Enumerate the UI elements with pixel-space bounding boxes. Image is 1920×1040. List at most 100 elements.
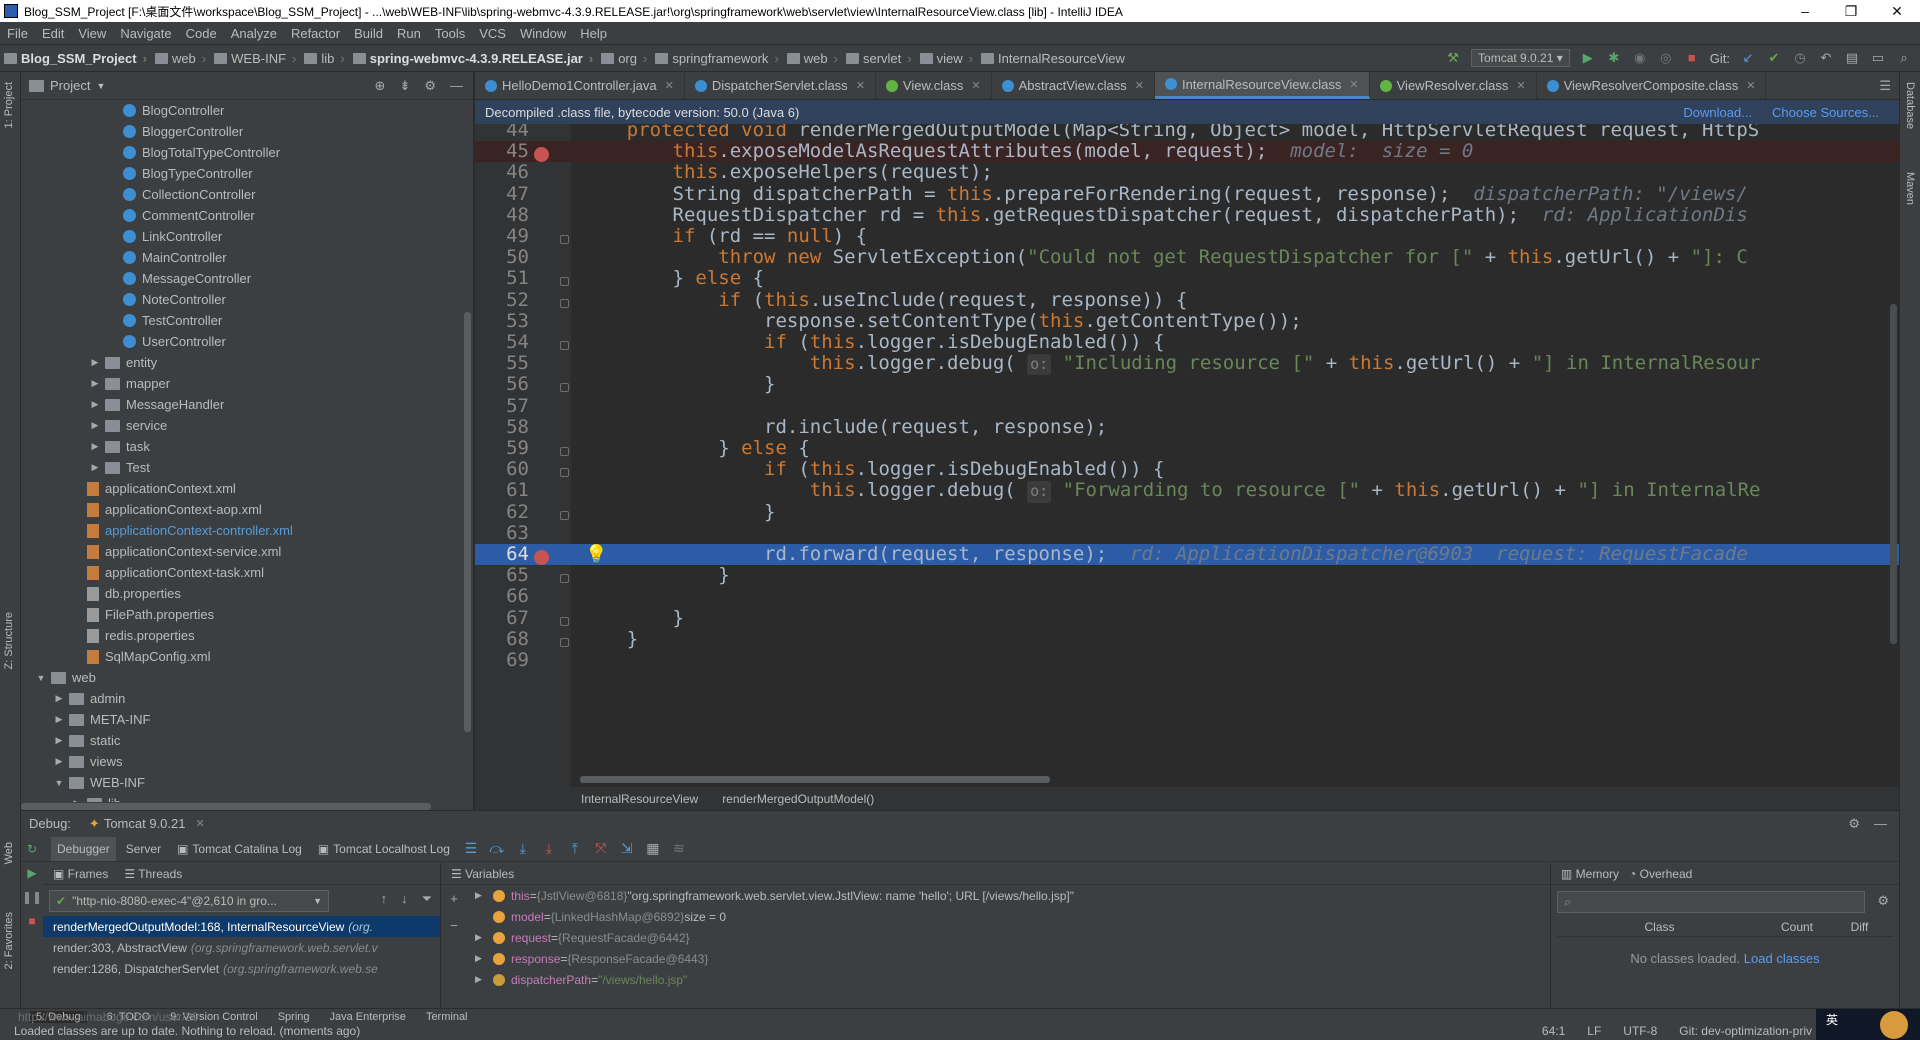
memory-search-input[interactable]: ⌕: [1557, 891, 1865, 913]
step-over-icon[interactable]: ⤼: [486, 840, 508, 857]
debug-icon[interactable]: ✱: [1606, 50, 1622, 66]
tree-item[interactable]: LinkController: [21, 226, 465, 247]
project-view-select[interactable]: Project: [50, 78, 90, 93]
code-line[interactable]: 53 response.setContentType(this.getConte…: [475, 310, 1899, 332]
breadcrumb-item[interactable]: springframework ›: [651, 51, 782, 66]
tree-item[interactable]: db.properties: [21, 583, 465, 604]
breadcrumb-item[interactable]: org ›: [597, 51, 651, 66]
code-line[interactable]: 66: [475, 586, 1899, 607]
load-classes-link[interactable]: Load classes: [1744, 951, 1820, 966]
editor-crumb-method[interactable]: renderMergedOutputModel(): [722, 792, 874, 806]
tree-item[interactable]: ▶ lib: [21, 793, 465, 802]
fold-icon[interactable]: [560, 574, 569, 584]
breadcrumb-item[interactable]: view ›: [916, 51, 977, 66]
resume-icon[interactable]: ▶: [27, 866, 36, 880]
tree-item[interactable]: ▼ web: [21, 667, 465, 688]
close-icon[interactable]: ✕: [856, 79, 865, 92]
code-line[interactable]: 56 }: [475, 374, 1899, 395]
editor-tab[interactable]: ViewResolverComposite.class ✕: [1537, 72, 1767, 99]
close-icon[interactable]: ✕: [665, 79, 674, 92]
stop-icon[interactable]: ■: [1684, 50, 1700, 66]
evaluate-icon[interactable]: ▦: [642, 840, 664, 857]
code-line[interactable]: 67 }: [475, 607, 1899, 629]
threads-tab[interactable]: ☰ Threads: [124, 867, 182, 881]
expand-arrow-icon[interactable]: ▶: [53, 756, 65, 767]
tree-item[interactable]: ▶ static: [21, 730, 465, 751]
menu-build[interactable]: Build: [347, 26, 390, 41]
breadcrumb-item[interactable]: InternalResourceView: [977, 51, 1129, 66]
project-structure-icon[interactable]: ▤: [1844, 50, 1860, 66]
tree-horizontal-scrollbar[interactable]: [21, 803, 431, 810]
stack-frame[interactable]: renderMergedOutputModel:168, InternalRes…: [43, 916, 440, 937]
expand-arrow-icon[interactable]: ▶: [475, 890, 489, 901]
close-icon[interactable]: ✕: [1349, 78, 1358, 91]
tab-debugger[interactable]: Debugger: [51, 836, 116, 861]
menu-window[interactable]: Window: [513, 26, 573, 41]
hide-icon[interactable]: —: [1874, 816, 1887, 832]
fold-icon[interactable]: [560, 298, 569, 308]
variable-row[interactable]: ▶ request = {RequestFacade@6442}: [441, 927, 1550, 948]
stack-frame[interactable]: render:303, AbstractView (org.springframe…: [43, 937, 440, 958]
choose-sources-link[interactable]: Choose Sources...: [1772, 105, 1879, 120]
close-button[interactable]: ✕: [1874, 3, 1920, 20]
code-line[interactable]: 55 this.logger.debug( o: "Including reso…: [475, 352, 1899, 376]
code-line[interactable]: 45 this.exposeModelAsRequestAttributes(m…: [475, 140, 1899, 163]
run-to-cursor-icon[interactable]: ⇲: [616, 840, 638, 857]
close-icon[interactable]: ✕: [195, 817, 204, 830]
code-line[interactable]: 48 RequestDispatcher rd = this.getReques…: [475, 204, 1899, 226]
expand-arrow-icon[interactable]: ▶: [71, 798, 83, 802]
run-config-select[interactable]: Tomcat 9.0.21 ▾: [1471, 49, 1570, 67]
frames-tab[interactable]: ▣ Frames: [53, 867, 108, 881]
expand-arrow-icon[interactable]: ▼: [53, 778, 65, 788]
tree-item[interactable]: ▶ task: [21, 436, 465, 457]
fold-icon[interactable]: [560, 616, 569, 626]
tree-item[interactable]: applicationContext-service.xml: [21, 541, 465, 562]
expand-arrow-icon[interactable]: ▶: [53, 735, 65, 746]
fold-icon[interactable]: [560, 447, 569, 456]
variable-row[interactable]: ▶ this = {JstlView@6818} "org.springframe…: [441, 885, 1550, 906]
code-line[interactable]: 65 }: [475, 564, 1899, 586]
tree-item[interactable]: applicationContext-controller.xml: [21, 520, 465, 541]
editor-tab[interactable]: View.class ✕: [876, 72, 992, 99]
breadcrumb-item[interactable]: servlet ›: [842, 51, 916, 66]
tool-tab[interactable]: Java Enterprise: [330, 1011, 406, 1023]
profile-icon[interactable]: ◎: [1658, 50, 1674, 66]
step-into-icon[interactable]: ⤓: [512, 840, 534, 857]
overhead-tab[interactable]: ◔ Overhead: [1629, 867, 1692, 881]
expand-arrow-icon[interactable]: ▶: [89, 399, 101, 410]
project-tool-tab[interactable]: 1: Project: [3, 82, 15, 128]
tree-item[interactable]: applicationContext-aop.xml: [21, 499, 465, 520]
editor-crumb-class[interactable]: InternalResourceView: [581, 792, 698, 806]
file-encoding[interactable]: UTF-8: [1623, 1024, 1657, 1038]
tabs-overflow-icon[interactable]: ☰: [1879, 78, 1899, 94]
menu-edit[interactable]: Edit: [35, 26, 71, 41]
favorites-tool-tab[interactable]: 2: Favorites: [3, 912, 15, 969]
close-icon[interactable]: ✕: [1746, 79, 1755, 92]
maven-tool-tab[interactable]: Maven: [1904, 172, 1916, 205]
download-sources-link[interactable]: Download...: [1683, 105, 1752, 120]
git-commit-icon[interactable]: ✔: [1766, 50, 1782, 66]
expand-arrow-icon[interactable]: ▶: [89, 441, 101, 452]
stop-icon[interactable]: ■: [28, 914, 35, 928]
breadcrumb-item[interactable]: web ›: [151, 51, 210, 66]
menu-help[interactable]: Help: [573, 26, 614, 41]
breadcrumb-item[interactable]: spring-webmvc-4.3.9.RELEASE.jar ›: [349, 51, 597, 66]
line-separator[interactable]: LF: [1587, 1024, 1601, 1038]
ime-indicator[interactable]: 英: [1826, 1011, 1838, 1028]
breakpoint-icon[interactable]: [534, 147, 549, 163]
code-line[interactable]: 44 protected void renderMergedOutputMode…: [475, 124, 1899, 141]
breadcrumb-item[interactable]: web ›: [783, 51, 842, 66]
code-line[interactable]: 60 if (this.logger.isDebugEnabled()) {: [475, 458, 1899, 480]
menu-analyze[interactable]: Analyze: [224, 26, 284, 41]
code-line[interactable]: 46 this.exposeHelpers(request);: [475, 162, 1899, 183]
web-tool-tab[interactable]: Web: [3, 842, 15, 864]
database-tool-tab[interactable]: Database: [1904, 82, 1916, 129]
maximize-button[interactable]: ❐: [1828, 3, 1874, 20]
tree-item[interactable]: ▼ WEB-INF: [21, 772, 465, 793]
fold-icon[interactable]: [560, 510, 569, 520]
git-update-icon[interactable]: ↙: [1740, 50, 1756, 66]
tree-item[interactable]: SqlMapConfig.xml: [21, 646, 465, 667]
layout-icon[interactable]: ▭: [1870, 50, 1886, 66]
run-icon[interactable]: ▶: [1580, 50, 1596, 66]
editor-tab[interactable]: HelloDemo1Controller.java ✕: [475, 72, 685, 99]
